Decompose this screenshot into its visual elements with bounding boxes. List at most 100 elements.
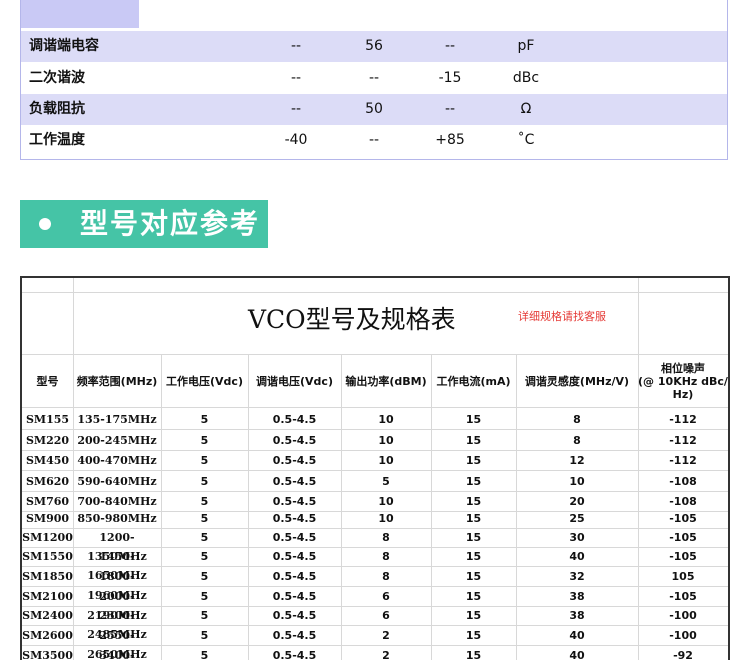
vco-table-cell: SM450	[25, 454, 70, 467]
spec-cell-v3: -15	[438, 70, 462, 86]
vco-table-cell: 8	[382, 570, 390, 583]
vco-table-cell: 5	[200, 609, 209, 622]
vco-table-cell: SM1850	[22, 570, 73, 583]
vco-table-cell: 0.5-4.5	[272, 512, 317, 525]
vco-table-cell: 0.5-4.5	[272, 649, 317, 660]
spec-cell-unit: ˚C	[517, 132, 535, 148]
vco-table-cell: 5	[382, 475, 390, 488]
vco-table-note: 详细规格请找客服	[518, 310, 606, 323]
vco-table-cell: -100	[669, 629, 697, 642]
vco-table-cell: 15	[465, 609, 482, 622]
spec-cell-v2: 56	[365, 38, 383, 54]
vco-table-cell: 1200-1350MHz	[87, 531, 147, 563]
vco-column-header: 调谐灵感度(MHz/V)	[524, 374, 630, 388]
vco-table-cell: 10	[378, 413, 394, 426]
vco-table-cell: 40	[569, 550, 585, 563]
spec-cell-v3: --	[444, 38, 456, 54]
vco-table-cell: 0.5-4.5	[272, 570, 317, 583]
vco-table-cell: 5	[200, 475, 209, 488]
spec-cell-v1: -40	[284, 132, 308, 148]
spec-cell-v3: --	[444, 101, 456, 117]
vco-table-cell: 10	[378, 434, 394, 447]
vco-table-cell: SM900	[25, 512, 70, 525]
vco-table-cell: -105	[669, 590, 697, 603]
vco-table-cell: 3400-3600MHz	[99, 649, 135, 660]
table-rule	[22, 429, 728, 430]
table-column-divider	[73, 278, 74, 354]
vco-table-cell: 850-980MHz	[77, 512, 157, 525]
vco-table-cell: -108	[669, 475, 697, 488]
vco-table-cell: 5	[200, 550, 209, 563]
vco-table-cell: 2000-2190MHz	[87, 590, 147, 622]
vco-table-cell: 0.5-4.5	[272, 434, 317, 447]
vco-column-header: 频率范围(MHz)	[76, 374, 158, 388]
vco-table-cell: 15	[465, 531, 482, 544]
vco-table-cell: 6	[382, 590, 390, 603]
vco-table-cell: 15	[465, 434, 482, 447]
table-rule	[22, 292, 728, 293]
vco-table-cell: 8	[573, 434, 581, 447]
vco-table-cell: -105	[669, 550, 697, 563]
vco-table-cell: 38	[569, 590, 585, 603]
vco-table-cell: 15	[465, 475, 482, 488]
vco-table-cell: 5	[200, 434, 209, 447]
vco-table-cell: 15	[465, 413, 482, 426]
vco-table-cell: 0.5-4.5	[272, 475, 317, 488]
vco-table-cell: 105	[671, 570, 695, 583]
vco-table-cell: 5	[200, 531, 209, 544]
spec-cell-v3: +85	[435, 132, 465, 148]
vco-table-cell: 5	[200, 413, 209, 426]
vco-table-cell: 5	[200, 590, 209, 603]
vco-table-cell: 10	[378, 454, 394, 467]
vco-table-cell: 1450-1650MHz	[87, 550, 147, 582]
vco-table-cell: SM1550	[22, 550, 73, 563]
vco-table-cell: SM3500	[22, 649, 73, 660]
vco-table-cell: -112	[669, 454, 697, 467]
vco-table-cell: 15	[465, 512, 482, 525]
spec-row: 工作温度 -40 -- +85 ˚C	[21, 125, 727, 156]
vco-table-cell: 5	[200, 454, 209, 467]
vco-table-cell: 40	[569, 649, 585, 660]
vco-table-cell: 15	[465, 550, 482, 563]
vco-table-cell: 200-245MHz	[77, 434, 157, 447]
vco-table-cell: SM2400	[22, 609, 73, 622]
section-title: 型号对应参考	[80, 207, 261, 240]
vco-table-cell: SM1200	[22, 531, 73, 544]
vco-table-cell: 8	[382, 531, 390, 544]
vco-table-cell: 12	[569, 454, 585, 467]
vco-table-cell: 5	[200, 629, 209, 642]
vco-table-cell: 15	[465, 590, 482, 603]
vco-column-header: 型号	[36, 374, 59, 388]
vco-table-cell: 1800-1960MHz	[87, 570, 147, 602]
vco-table-cell: 5	[200, 649, 209, 660]
vco-table-cell: 8	[573, 413, 581, 426]
vco-table-cell: 15	[465, 629, 482, 642]
vco-table-cell: 0.5-4.5	[272, 590, 317, 603]
vco-table-cell: 2	[382, 629, 390, 642]
vco-table-cell: -92	[673, 649, 693, 660]
vco-table-cell: 0.5-4.5	[272, 413, 317, 426]
spec-cell-v2: --	[368, 132, 380, 148]
spec-cell-v1: --	[290, 101, 302, 117]
spec-table-header-cell	[21, 0, 139, 28]
vco-table-cell: 15	[465, 649, 482, 660]
spec-row: 调谐端电容 -- 56 -- pF	[21, 31, 727, 62]
vco-table-cell: -105	[669, 531, 697, 544]
vco-table-cell: -112	[669, 413, 697, 426]
spec-cell-unit: pF	[517, 38, 535, 54]
spec-cell-v2: 50	[365, 101, 383, 117]
vco-table-cell: SM620	[25, 475, 70, 488]
spec-cell-name: 二次谐波	[29, 70, 85, 86]
vco-table-cell: -100	[669, 609, 697, 622]
vco-table-cell: 10	[378, 512, 394, 525]
spec-row: 负载阻抗 -- 50 -- Ω	[21, 94, 727, 125]
vco-table-cell: 0.5-4.5	[272, 454, 317, 467]
vco-table-cell: SM220	[25, 434, 70, 447]
vco-table-cell: 30	[569, 531, 585, 544]
spec-cell-unit: dBc	[512, 70, 540, 86]
vco-column-header: 工作电流(mA)	[436, 374, 511, 388]
vco-table-cell: -112	[669, 434, 697, 447]
vco-table-cell: 135-175MHz	[77, 413, 157, 426]
vco-table-cell: SM2600	[22, 629, 73, 642]
vco-table-cell: 5	[200, 570, 209, 583]
